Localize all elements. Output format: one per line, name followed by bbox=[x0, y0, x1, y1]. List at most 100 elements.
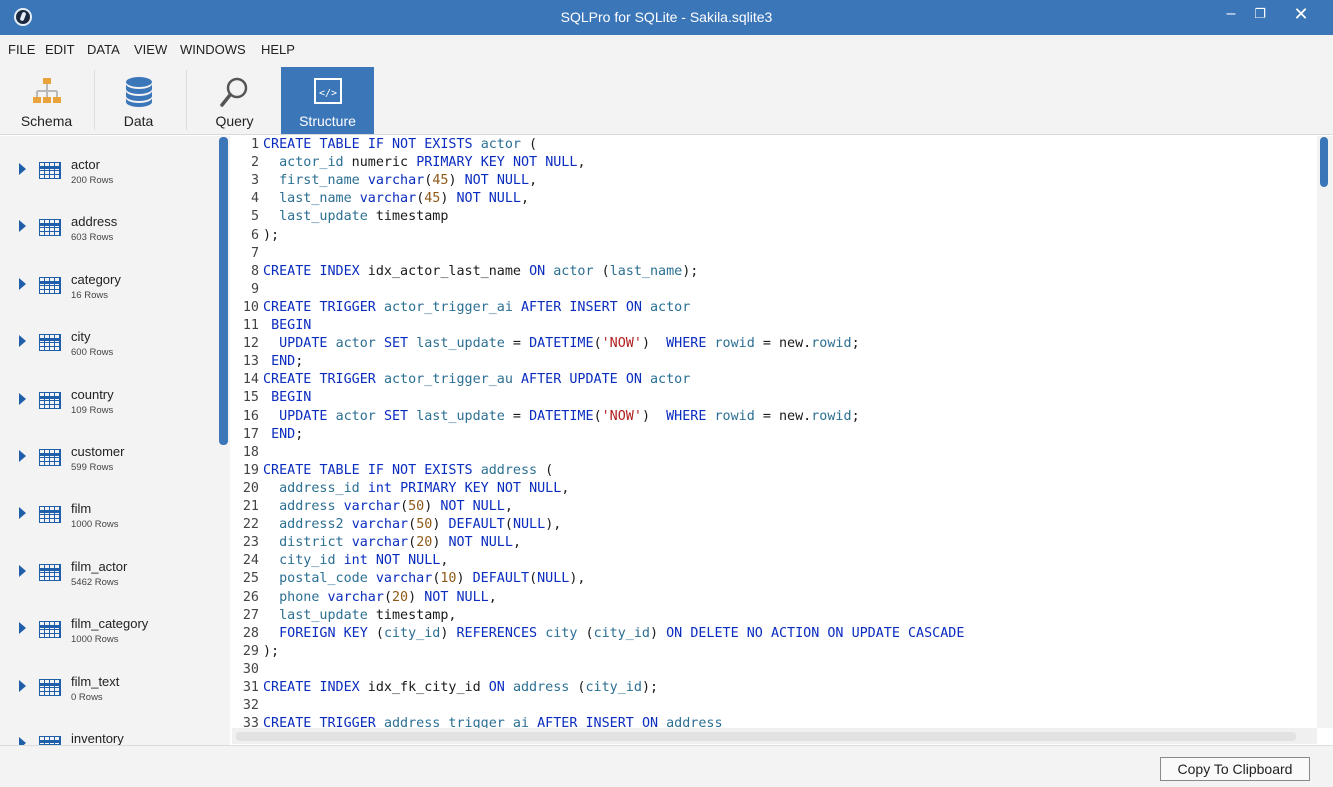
table-icon bbox=[39, 449, 61, 466]
code-text: UPDATE actor SET last_update = DATETIME(… bbox=[279, 336, 860, 352]
code-text: CREATE TABLE IF NOT EXISTS actor ( bbox=[263, 137, 538, 152]
line-number: 10 bbox=[242, 299, 259, 315]
sidebar-scrollbar[interactable] bbox=[219, 137, 228, 445]
line-number: 21 bbox=[242, 499, 259, 514]
close-button[interactable]: ✕ bbox=[1284, 0, 1318, 30]
line-number: 2 bbox=[250, 155, 259, 171]
table-icon bbox=[39, 162, 61, 179]
table-row-count: 200 Rows bbox=[71, 175, 114, 186]
table-icon bbox=[39, 219, 61, 237]
line-number: 32 bbox=[242, 698, 259, 714]
line-number: 13 bbox=[242, 354, 259, 370]
toolbar-divider bbox=[186, 70, 187, 130]
code-text: CREATE TRIGGER address_trigger_ai AFTER … bbox=[263, 716, 723, 728]
table-icon bbox=[39, 506, 61, 524]
table-name: category bbox=[71, 271, 121, 287]
editor-scroll-track[interactable] bbox=[1317, 136, 1333, 728]
table-name: film_actor bbox=[71, 558, 128, 574]
code-text: postal_code varchar(10) DEFAULT(NULL), bbox=[279, 571, 586, 587]
expand-arrow-icon[interactable] bbox=[19, 220, 26, 233]
expand-arrow-icon[interactable] bbox=[19, 163, 26, 175]
menu-bar: FILE EDIT DATA VIEW WINDOWS HELP bbox=[0, 35, 1333, 65]
expand-arrow-icon[interactable] bbox=[19, 622, 26, 635]
table-name: film_category bbox=[71, 616, 149, 632]
tool-structure[interactable]: </> Structure bbox=[281, 67, 374, 134]
code-text: address_id int PRIMARY KEY NOT NULL, bbox=[279, 480, 570, 496]
sql-editor[interactable]: 1 CREATE TABLE IF NOT EXISTS actor (2 act… bbox=[232, 136, 1317, 728]
expand-arrow-icon[interactable] bbox=[19, 392, 26, 405]
code-text: city_id int NOT NULL, bbox=[279, 553, 449, 569]
table-name: film_text bbox=[71, 673, 120, 689]
table-item-film[interactable]: film 1000 Rows bbox=[0, 487, 215, 544]
expand-arrow-icon[interactable] bbox=[19, 277, 26, 290]
expand-arrow-icon[interactable] bbox=[19, 335, 26, 348]
line-number: 12 bbox=[242, 336, 259, 352]
menu-edit[interactable]: EDIT bbox=[45, 42, 75, 57]
table-item-film-actor[interactable]: film_actor 5462 Rows bbox=[0, 545, 215, 602]
code-icon: </> bbox=[313, 78, 342, 104]
line-number: 25 bbox=[242, 571, 259, 587]
table-item-city[interactable]: city 600 Rows bbox=[0, 315, 215, 372]
table-row-count: 1000 Rows bbox=[71, 519, 119, 531]
table-item-inventory[interactable]: inventory4581 Rows bbox=[0, 717, 215, 746]
code-text: CREATE TABLE IF NOT EXISTS address ( bbox=[263, 462, 554, 478]
table-icon bbox=[39, 563, 61, 581]
table-name: city bbox=[71, 329, 91, 345]
line-number: 22 bbox=[242, 517, 259, 533]
code-text: BEGIN bbox=[271, 390, 312, 406]
editor-scrollbar[interactable] bbox=[1320, 137, 1328, 187]
code-text: CREATE TRIGGER actor_trigger_au AFTER UP… bbox=[263, 372, 691, 388]
code-text: last_name varchar(45) NOT NULL, bbox=[279, 191, 530, 207]
expand-arrow-icon[interactable] bbox=[19, 564, 26, 577]
table-item-film-category[interactable]: film_category 1000 Rows bbox=[0, 602, 215, 659]
table-item-country[interactable]: country 109 Rows bbox=[0, 373, 215, 430]
line-number: 11 bbox=[242, 318, 259, 333]
tool-query[interactable]: Query bbox=[188, 67, 281, 134]
line-number: 3 bbox=[250, 173, 259, 189]
tool-label: Data bbox=[123, 113, 154, 129]
table-name: inventory bbox=[71, 731, 124, 746]
horizontal-scrollbar[interactable] bbox=[236, 732, 1296, 741]
table-row-count: 0 Rows bbox=[71, 691, 103, 703]
title-bar: SQLPro for SQLite - Sakila.sqlite3 – ❐ ✕ bbox=[0, 0, 1333, 35]
table-row-count: 16 Rows bbox=[71, 289, 108, 301]
menu-data[interactable]: DATA bbox=[87, 42, 120, 57]
table-name: address bbox=[71, 214, 118, 230]
expand-arrow-icon[interactable] bbox=[19, 450, 26, 462]
menu-view[interactable]: VIEW bbox=[134, 42, 167, 57]
maximize-button[interactable]: ❐ bbox=[1243, 0, 1277, 30]
table-row-count: 5462 Rows bbox=[71, 576, 119, 588]
table-item-film-text[interactable]: film_text 0 Rows bbox=[0, 660, 215, 717]
table-item-category[interactable]: category 16 Rows bbox=[0, 258, 215, 315]
line-number: 26 bbox=[242, 589, 259, 605]
line-number: 19 bbox=[242, 462, 259, 478]
schema-icon bbox=[32, 78, 61, 103]
tool-label: Query bbox=[215, 113, 254, 129]
code-text: ); bbox=[263, 227, 280, 243]
footer-bar: Copy To Clipboard bbox=[0, 745, 1333, 787]
expand-arrow-icon[interactable] bbox=[19, 679, 26, 692]
table-name: film bbox=[71, 501, 92, 517]
table-item-customer[interactable]: customer 599 Rows bbox=[0, 430, 215, 487]
line-number: 27 bbox=[242, 607, 259, 623]
line-number: 28 bbox=[242, 625, 259, 641]
expand-arrow-icon[interactable] bbox=[19, 507, 26, 520]
table-item-address[interactable]: address 603 Rows bbox=[0, 200, 215, 257]
tool-label: Structure bbox=[299, 113, 356, 129]
table-row-count: 600 Rows bbox=[71, 347, 114, 359]
code-text: ); bbox=[263, 643, 280, 659]
line-number: 29 bbox=[242, 643, 259, 659]
line-number: 24 bbox=[242, 553, 259, 569]
line-number: 5 bbox=[250, 209, 259, 225]
menu-windows[interactable]: WINDOWS bbox=[180, 42, 246, 57]
table-item-actor[interactable]: actor 200 Rows bbox=[0, 143, 215, 200]
code-text: last_update timestamp, bbox=[279, 607, 457, 623]
tool-schema[interactable]: Schema bbox=[0, 67, 93, 134]
tool-data[interactable]: Data bbox=[92, 67, 185, 134]
menu-help[interactable]: HELP bbox=[261, 42, 295, 57]
menu-file[interactable]: FILE bbox=[8, 42, 35, 57]
table-name: country bbox=[71, 386, 114, 402]
line-number: 23 bbox=[242, 535, 259, 551]
line-number: 30 bbox=[242, 661, 259, 677]
copy-to-clipboard-button[interactable]: Copy To Clipboard bbox=[1160, 757, 1310, 781]
